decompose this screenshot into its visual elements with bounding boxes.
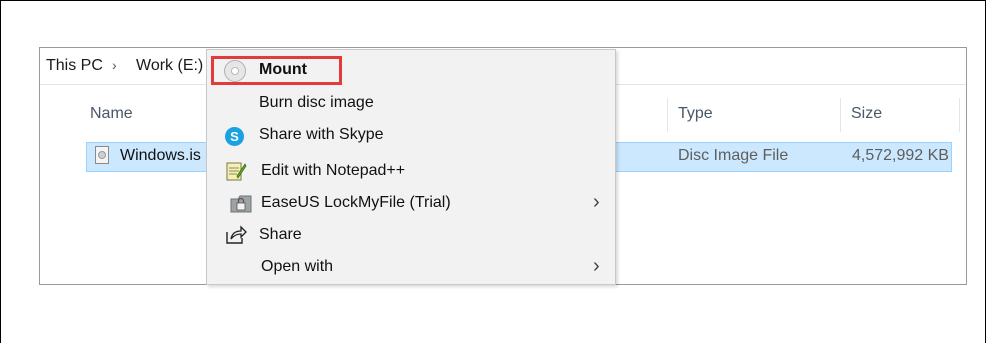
skype-icon: S [225,127,244,146]
breadcrumb-drive[interactable]: Work (E:) [136,57,203,75]
column-header-size[interactable]: Size [851,105,882,123]
file-size: 4,572,992 KB [852,147,949,164]
menu-item-open-with[interactable]: Open with › [207,253,615,283]
menu-item-label: Open with [261,258,334,275]
file-name[interactable]: Windows.is [120,147,201,165]
menu-item-share-with-skype[interactable]: S Share with Skype [207,121,615,151]
breadcrumb-this-pc[interactable]: This PC [46,57,103,75]
chevron-right-icon: › [112,57,117,73]
chevron-right-icon: › [593,255,600,277]
column-divider[interactable] [840,98,841,132]
menu-item-edit-with-notepad[interactable]: Edit with Notepad++ [207,157,615,187]
menu-item-easeus-lockmyfile[interactable]: EaseUS LockMyFile (Trial) › [207,189,615,219]
menu-item-label: EaseUS LockMyFile (Trial) [261,194,451,211]
menu-item-label: Share [259,226,302,243]
menu-item-label: Edit with Notepad++ [261,162,406,179]
lock-icon [230,195,252,213]
column-header-type[interactable]: Type [678,105,713,123]
share-icon [226,225,247,244]
menu-item-share[interactable]: Share [207,221,615,251]
column-header-name[interactable]: Name [90,105,133,123]
column-divider[interactable] [959,98,960,132]
file-type: Disc Image File [678,147,789,164]
menu-item-label: Share with Skype [259,126,384,143]
chevron-right-icon: › [593,191,600,213]
column-divider[interactable] [667,98,668,132]
disc-image-file-icon [95,146,109,164]
menu-item-label: Burn disc image [259,94,374,111]
menu-item-burn-disc-image[interactable]: Burn disc image [207,89,615,119]
notepad-plus-plus-icon [226,162,247,181]
mount-highlight-annotation [211,56,342,85]
